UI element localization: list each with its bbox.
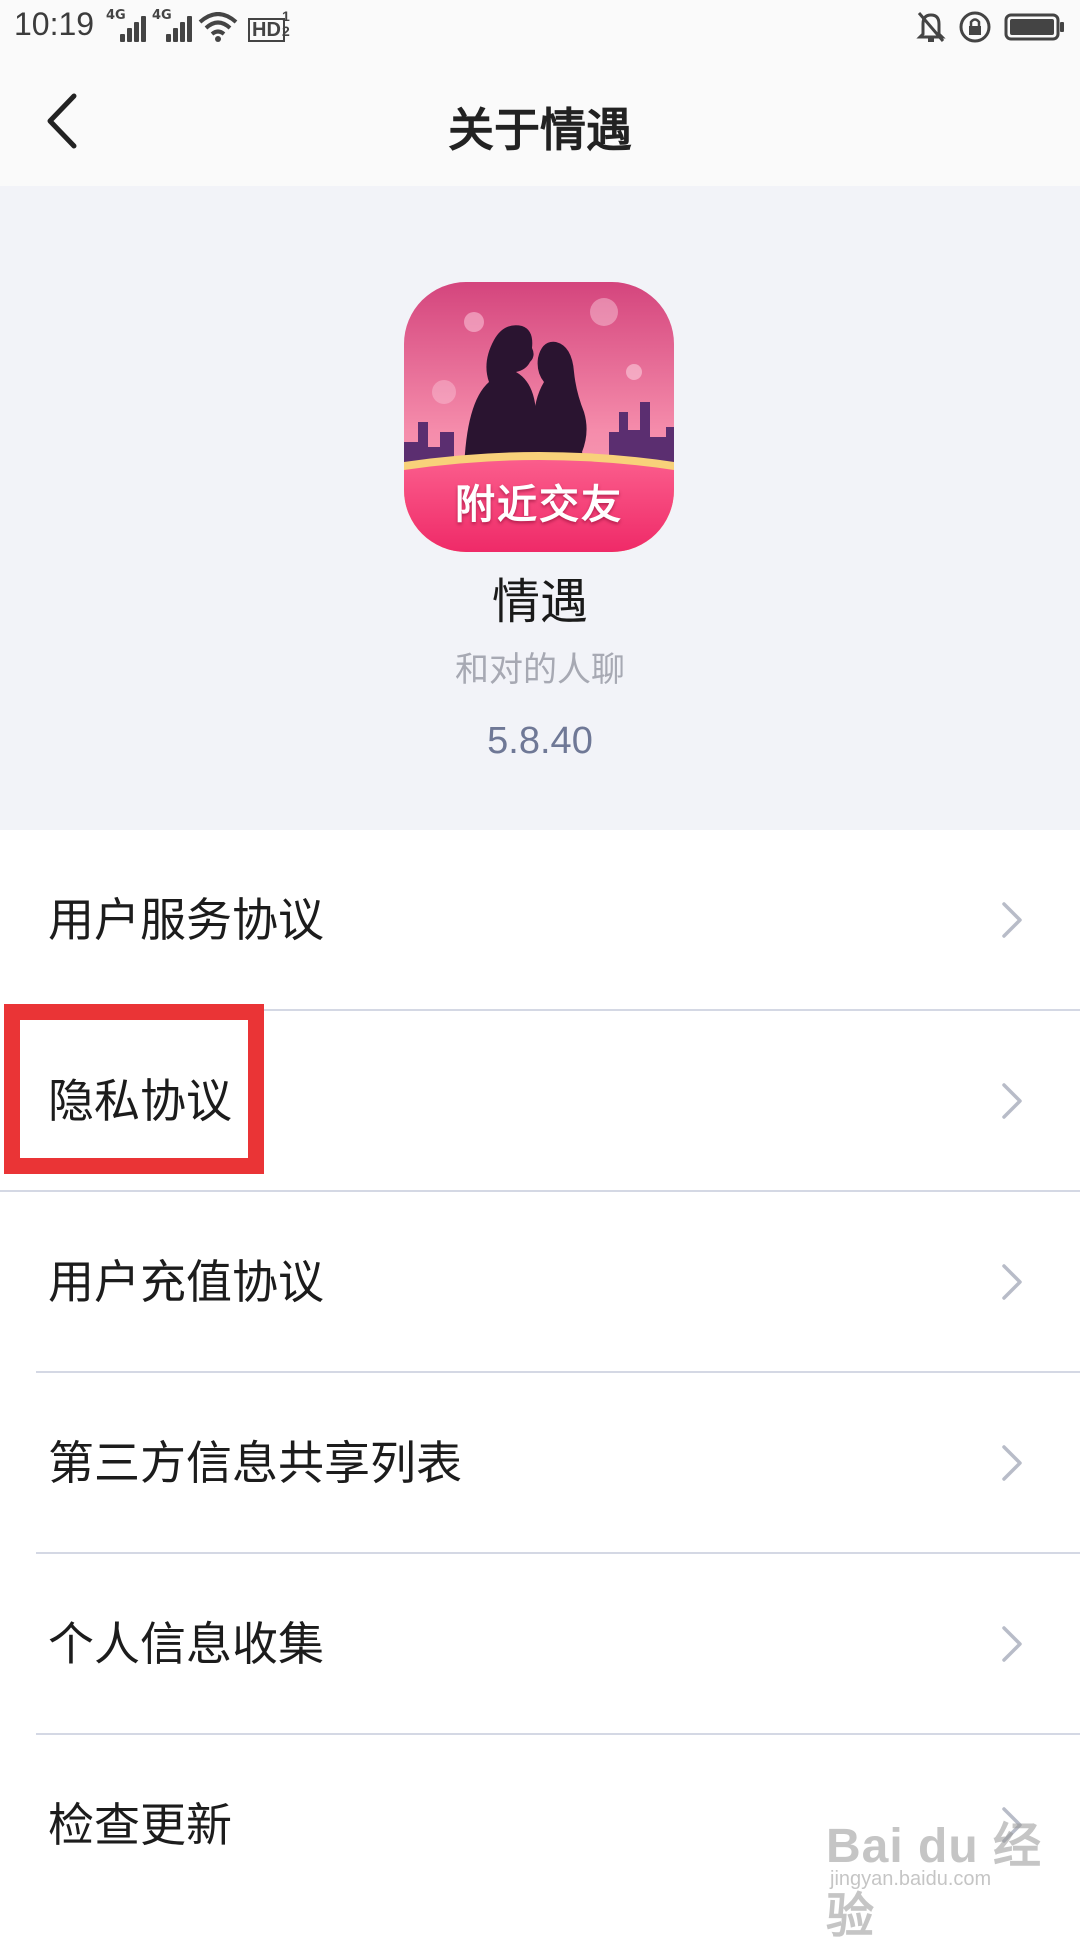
status-bar: 10:19 4G 4G HD 1 2	[0, 0, 1080, 56]
chevron-right-icon	[1002, 1264, 1022, 1300]
signal-icon: 4G	[106, 8, 146, 42]
menu-item-label: 个人信息收集	[48, 1617, 324, 1671]
title-bar: 关于情遇	[0, 56, 1080, 186]
settings-menu: 用户服务协议 隐私协议 用户充值协议 第三方信息共享列表 个人信息收集 检查更新	[0, 830, 1080, 1916]
menu-item-personal-info-collection[interactable]: 个人信息收集	[0, 1554, 1080, 1735]
chevron-right-icon	[1002, 1445, 1022, 1481]
wifi-icon	[198, 12, 238, 42]
hd-sim-2: 2	[282, 23, 290, 39]
chevron-right-icon	[1002, 902, 1022, 938]
hd-sim-1: 1	[282, 8, 290, 24]
menu-item-label: 第三方信息共享列表	[48, 1436, 462, 1490]
menu-item-third-party-sharing-list[interactable]: 第三方信息共享列表	[0, 1373, 1080, 1554]
menu-item-label: 用户服务协议	[48, 893, 324, 947]
highlight-annotation-box	[4, 1004, 264, 1174]
app-version: 5.8.40	[487, 720, 593, 762]
app-name: 情遇	[491, 574, 588, 630]
bell-muted-icon	[916, 12, 946, 42]
page-title: 关于情遇	[448, 103, 632, 157]
network-type-label: 4G	[106, 8, 126, 23]
status-time: 10:19	[14, 6, 95, 42]
menu-item-recharge-agreement[interactable]: 用户充值协议	[0, 1192, 1080, 1373]
battery-icon	[1004, 13, 1064, 41]
chevron-right-icon	[1002, 1626, 1022, 1662]
signal-icon-2: 4G	[152, 8, 192, 42]
menu-item-label: 检查更新	[48, 1798, 232, 1852]
rotation-lock-icon	[959, 11, 991, 43]
chevron-right-icon	[1002, 1083, 1022, 1119]
watermark-sub: jingyan.baidu.com	[830, 1868, 992, 1890]
baidu-jingyan-watermark: Bai du 经验 jingyan.baidu.com	[826, 1806, 1046, 1943]
app-logo: 附近交友	[404, 282, 674, 552]
hd-label: HD	[248, 18, 285, 42]
network-type-label-2: 4G	[152, 8, 172, 23]
menu-item-label: 用户充值协议	[48, 1255, 324, 1309]
app-logo-caption: 附近交友	[455, 482, 623, 528]
menu-item-user-service-agreement[interactable]: 用户服务协议	[0, 830, 1080, 1011]
hd-voice-icon: HD 1 2	[248, 8, 296, 42]
app-info-panel: 附近交友 情遇 和对的人聊 5.8.40	[0, 186, 1080, 830]
app-slogan: 和对的人聊	[455, 650, 625, 690]
